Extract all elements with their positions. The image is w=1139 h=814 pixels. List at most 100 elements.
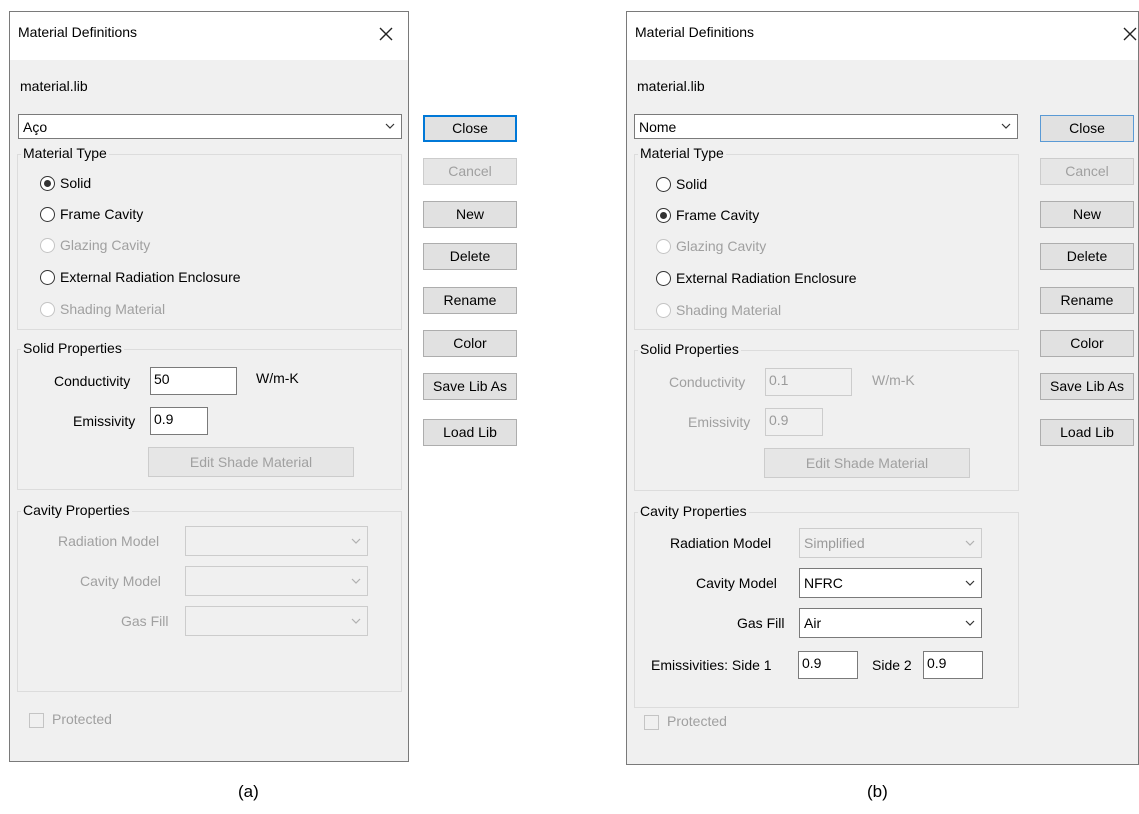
material-definitions-dialog-a: Material Definitions material.lib Aço Cl…: [9, 11, 517, 762]
caption-a: (a): [238, 782, 259, 801]
radio-button: [656, 177, 671, 192]
protected-label: Protected: [667, 713, 727, 729]
protected-label: Protected: [52, 711, 112, 727]
cavity-model-label: Cavity Model: [696, 575, 777, 591]
rename-button[interactable]: Rename: [423, 287, 517, 314]
cancel-button[interactable]: Cancel: [423, 158, 517, 185]
gas-fill-select[interactable]: Air: [799, 608, 982, 638]
material-select[interactable]: Aço: [18, 114, 402, 139]
gas-fill-select: [185, 606, 368, 636]
save-lib-as-button[interactable]: Save Lib As: [423, 373, 517, 400]
radio-button: [40, 238, 55, 253]
radio-label: Frame Cavity: [676, 207, 760, 223]
emissivity-input[interactable]: 0.9: [150, 407, 208, 435]
radio-button: [40, 176, 55, 191]
chevron-down-icon: [965, 620, 975, 626]
radiation-model-label: Radiation Model: [670, 535, 772, 551]
radio-label: External Radiation Enclosure: [60, 269, 241, 285]
chevron-down-icon: [385, 123, 395, 129]
select-value: Air: [804, 615, 822, 631]
select-value: NFRC: [804, 575, 843, 591]
radio-label: Glazing Cavity: [60, 237, 151, 253]
conductivity-label: Conductivity: [54, 373, 131, 389]
dialog-title: Material Definitions: [635, 24, 755, 40]
radiation-model-label: Radiation Model: [58, 533, 160, 549]
chevron-down-icon: [351, 618, 361, 624]
radio-label: Shading Material: [60, 301, 166, 317]
group-label: Cavity Properties: [21, 502, 132, 518]
conductivity-unit: W/m-K: [256, 370, 299, 386]
delete-button[interactable]: Delete: [423, 243, 517, 270]
close-icon[interactable]: [374, 22, 398, 46]
new-button[interactable]: New: [1040, 201, 1134, 228]
emissivity-label: Emissivity: [688, 414, 751, 430]
close-button[interactable]: Close: [1040, 115, 1134, 142]
rename-button[interactable]: Rename: [1040, 287, 1134, 314]
emissivities-side1-label: Emissivities: Side 1: [651, 657, 772, 673]
radio-button: [656, 208, 671, 223]
save-lib-as-button[interactable]: Save Lib As: [1040, 373, 1134, 400]
conductivity-input: 0.1: [765, 368, 852, 396]
radio-label: Glazing Cavity: [676, 238, 767, 254]
side2-emissivity-input[interactable]: 0.9: [923, 651, 983, 679]
protected-checkbox: [29, 713, 44, 728]
radiation-model-select: [185, 526, 368, 556]
new-button[interactable]: New: [423, 201, 517, 228]
radio-dot: [660, 212, 667, 219]
material-select-value: Nome: [639, 119, 677, 135]
cavity-model-select[interactable]: NFRC: [799, 568, 982, 598]
radio-dot: [44, 180, 51, 187]
protected-checkbox: [644, 715, 659, 730]
chevron-down-icon: [965, 580, 975, 586]
select-value: Simplified: [804, 535, 865, 551]
title-bar: Material Definitions: [627, 12, 1138, 60]
radiation-model-select: Simplified: [799, 528, 982, 558]
group-label: Material Type: [21, 145, 109, 161]
side1-emissivity-input[interactable]: 0.9: [798, 651, 858, 679]
radio-button: [656, 239, 671, 254]
group-label: Cavity Properties: [638, 503, 749, 519]
chevron-down-icon: [965, 540, 975, 546]
library-name: material.lib: [20, 78, 88, 94]
side2-label: Side 2: [872, 657, 912, 673]
delete-button[interactable]: Delete: [1040, 243, 1134, 270]
load-lib-button[interactable]: Load Lib: [1040, 419, 1134, 446]
emissivity-input: 0.9: [765, 408, 823, 436]
radio-label: Frame Cavity: [60, 206, 144, 222]
title-bar: Material Definitions: [10, 12, 408, 60]
radio-label: External Radiation Enclosure: [676, 270, 857, 286]
close-button[interactable]: Close: [423, 115, 517, 142]
emissivity-label: Emissivity: [73, 413, 136, 429]
cavity-model-label: Cavity Model: [80, 573, 161, 589]
chevron-down-icon: [351, 538, 361, 544]
material-select[interactable]: Nome: [634, 114, 1018, 139]
close-icon[interactable]: [1118, 22, 1139, 46]
group-label: Solid Properties: [638, 341, 741, 357]
library-name: material.lib: [637, 78, 705, 94]
conductivity-label: Conductivity: [669, 374, 746, 390]
chevron-down-icon: [351, 578, 361, 584]
radio-label: Solid: [676, 176, 708, 192]
edit-shade-material-button: Edit Shade Material: [764, 448, 970, 478]
conductivity-input[interactable]: 50: [150, 367, 237, 395]
radio-button: [40, 302, 55, 317]
material-definitions-dialog-b: Material Definitions material.lib Nome C…: [626, 11, 1139, 765]
color-button[interactable]: Color: [1040, 330, 1134, 357]
gas-fill-label: Gas Fill: [121, 613, 169, 629]
gas-fill-label: Gas Fill: [737, 615, 785, 631]
conductivity-unit: W/m-K: [872, 372, 915, 388]
group-label: Material Type: [638, 145, 726, 161]
material-select-value: Aço: [23, 119, 48, 135]
dialog-title: Material Definitions: [18, 24, 138, 40]
caption-b: (b): [867, 782, 888, 801]
edit-shade-material-button: Edit Shade Material: [148, 447, 354, 477]
radio-button: [656, 303, 671, 318]
load-lib-button[interactable]: Load Lib: [423, 419, 517, 446]
color-button[interactable]: Color: [423, 330, 517, 357]
radio-button: [656, 271, 671, 286]
group-label: Solid Properties: [21, 340, 124, 356]
cancel-button[interactable]: Cancel: [1040, 158, 1134, 185]
radio-button: [40, 207, 55, 222]
radio-label: Solid: [60, 175, 92, 191]
radio-label: Shading Material: [676, 302, 782, 318]
